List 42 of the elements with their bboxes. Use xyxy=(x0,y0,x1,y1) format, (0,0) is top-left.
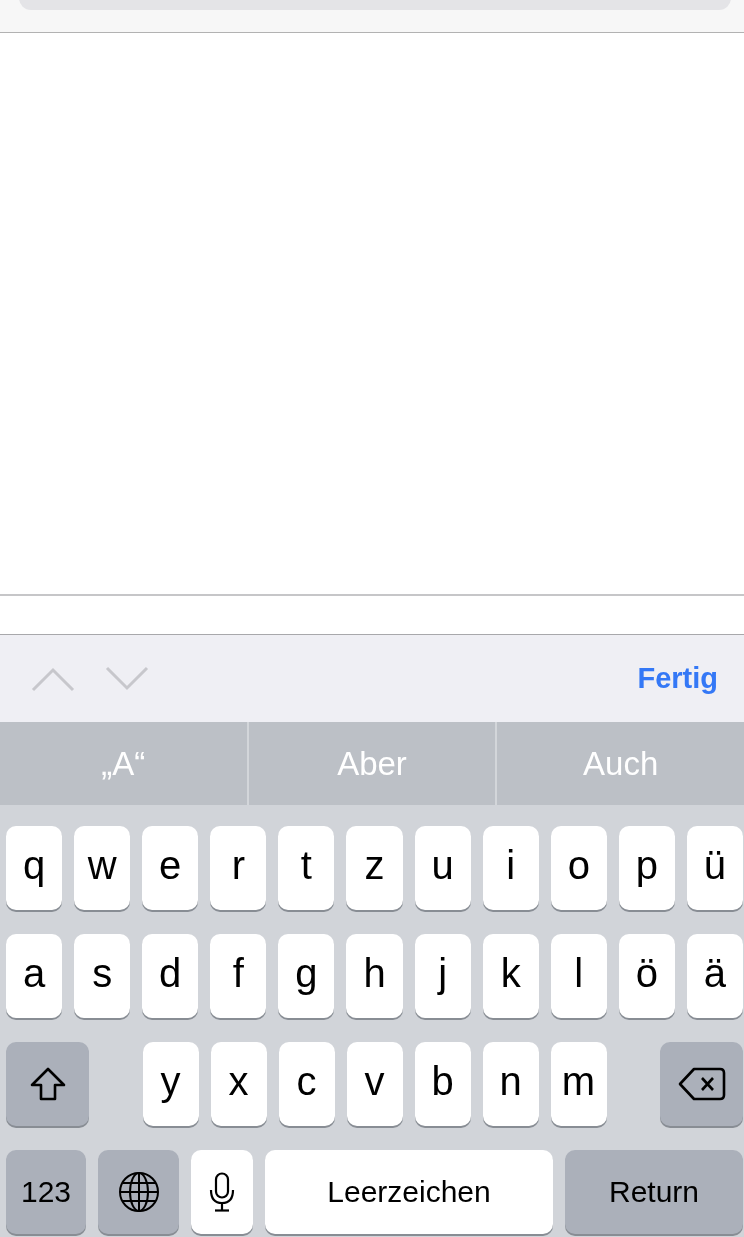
input-field[interactable] xyxy=(0,594,744,635)
done-button[interactable]: Fertig xyxy=(637,662,718,695)
backspace-icon xyxy=(677,1067,726,1101)
letter-key[interactable]: i xyxy=(482,826,539,910)
letter-key[interactable]: ä xyxy=(686,934,744,1018)
letter-key[interactable]: f xyxy=(210,934,267,1018)
globe-key[interactable] xyxy=(98,1150,179,1234)
letter-key[interactable]: l xyxy=(550,934,607,1018)
letter-key[interactable]: j xyxy=(414,934,471,1018)
letter-key[interactable]: v xyxy=(346,1042,403,1126)
numbers-key[interactable]: 123 xyxy=(6,1150,86,1234)
backspace-key[interactable] xyxy=(660,1042,743,1126)
letter-key[interactable]: t xyxy=(278,826,335,910)
letter-key[interactable]: x xyxy=(210,1042,267,1126)
letter-key[interactable]: h xyxy=(346,934,403,1018)
letter-key[interactable]: e xyxy=(142,826,199,910)
letter-key[interactable]: k xyxy=(482,934,539,1018)
letter-key[interactable]: n xyxy=(482,1042,539,1126)
globe-icon xyxy=(117,1171,160,1213)
letter-key[interactable]: b xyxy=(414,1042,471,1126)
shift-arrow-icon xyxy=(28,1066,67,1102)
letter-key[interactable]: ü xyxy=(686,826,744,910)
letter-key[interactable]: w xyxy=(74,826,131,910)
dictation-key[interactable] xyxy=(191,1150,253,1234)
letter-key[interactable]: q xyxy=(6,826,63,910)
letter-key[interactable]: r xyxy=(210,826,267,910)
letter-key[interactable]: p xyxy=(618,826,675,910)
letter-key[interactable]: y xyxy=(142,1042,199,1126)
letter-key[interactable]: a xyxy=(6,934,63,1018)
space-key[interactable]: Leerzeichen xyxy=(265,1150,553,1234)
letter-key[interactable]: u xyxy=(414,826,471,910)
letter-key[interactable]: g xyxy=(278,934,335,1018)
letter-key[interactable]: z xyxy=(346,826,403,910)
letter-key[interactable]: m xyxy=(550,1042,607,1126)
return-key[interactable]: Return xyxy=(565,1150,743,1234)
letter-key[interactable]: c xyxy=(278,1042,335,1126)
microphone-icon xyxy=(209,1172,235,1212)
letter-key[interactable]: ö xyxy=(618,934,675,1018)
letter-key[interactable]: o xyxy=(550,826,607,910)
letter-key[interactable]: s xyxy=(74,934,131,1018)
shift-key[interactable] xyxy=(6,1042,89,1126)
letter-key[interactable]: d xyxy=(142,934,199,1018)
